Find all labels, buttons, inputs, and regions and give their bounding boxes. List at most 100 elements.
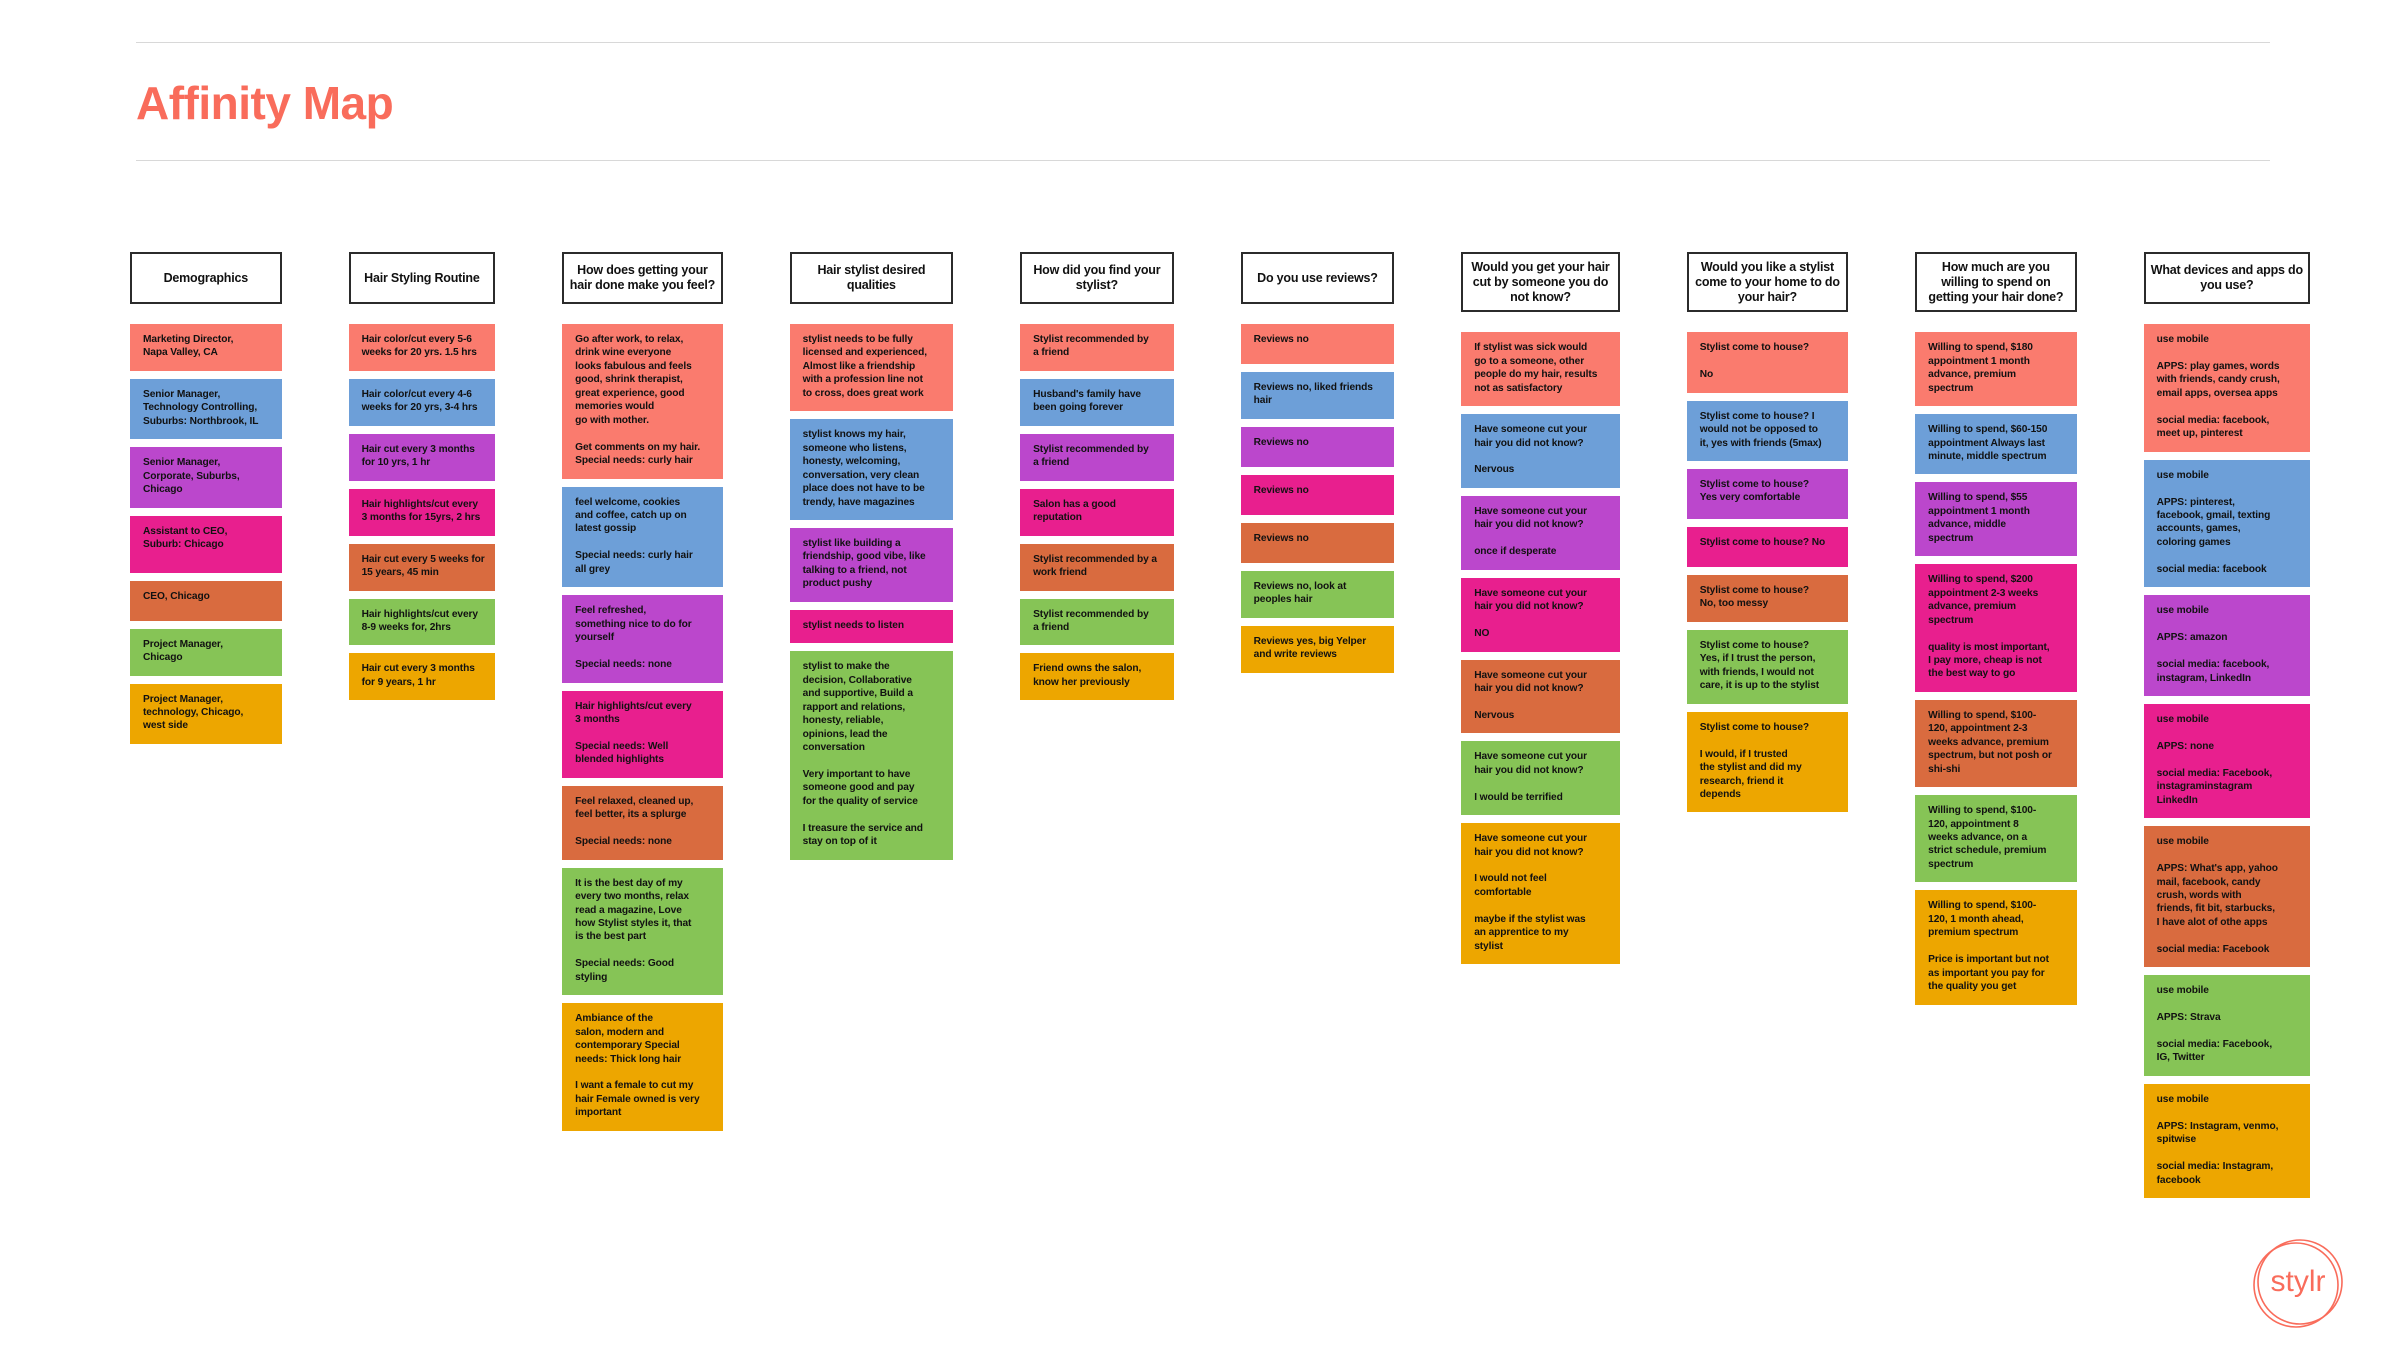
sticky-note[interactable]: Willing to spend, $55 appointment 1 mont… bbox=[1915, 482, 2077, 557]
sticky-note[interactable]: Feel refreshed, something nice to do for… bbox=[562, 595, 723, 683]
sticky-note[interactable]: Have someone cut your hair you did not k… bbox=[1461, 414, 1620, 488]
affinity-column: What devices and apps do you use? use mob… bbox=[2143, 252, 2311, 1206]
sticky-note[interactable]: stylist like building a friendship, good… bbox=[789, 527, 954, 602]
sticky-note[interactable]: Stylist come to house? I would not be op… bbox=[1686, 400, 1849, 461]
sticky-note[interactable]: Stylist recommended by a friend bbox=[1020, 433, 1174, 481]
sticky-note[interactable]: Stylist come to house? I would, if I tru… bbox=[1686, 711, 1849, 813]
sticky-note[interactable]: If stylist was sick would go to a someon… bbox=[1461, 332, 1620, 407]
sticky-note[interactable]: use mobile APPS: What's app, yahoo mail,… bbox=[2143, 826, 2311, 968]
affinity-column: Would you get your hair cut by someone y… bbox=[1461, 252, 1620, 972]
sticky-note-stack: If stylist was sick would go to a someon… bbox=[1461, 332, 1620, 972]
sticky-note-stack: use mobile APPS: play games, words with … bbox=[2143, 324, 2311, 1206]
sticky-note[interactable]: stylist needs to be fully licensed and e… bbox=[789, 324, 954, 412]
header-divider-bottom bbox=[136, 160, 2270, 161]
sticky-note-stack: Go after work, to relax, drink wine ever… bbox=[562, 324, 723, 1139]
sticky-note[interactable]: Husband's family have been going forever bbox=[1020, 378, 1174, 426]
sticky-note[interactable]: Stylist come to house? Yes, if I trust t… bbox=[1686, 629, 1849, 704]
sticky-note[interactable]: Hair highlights/cut every 3 months for 1… bbox=[348, 488, 496, 536]
sticky-note[interactable]: Willing to spend, $200 appointment 2-3 w… bbox=[1915, 564, 2077, 692]
sticky-note[interactable]: Have someone cut your hair you did not k… bbox=[1461, 823, 1620, 965]
affinity-column: Demographics Marketing Director, Napa Val… bbox=[130, 252, 282, 752]
sticky-note[interactable]: use mobile APPS: Instagram, venmo, spitw… bbox=[2143, 1083, 2311, 1199]
sticky-note[interactable]: Reviews no bbox=[1240, 522, 1395, 563]
sticky-note[interactable]: Stylist come to house? No bbox=[1686, 526, 1849, 567]
sticky-note[interactable]: Hair cut every 3 months for 9 years, 1 h… bbox=[348, 653, 496, 701]
sticky-note[interactable]: Friend owns the salon, know her previous… bbox=[1020, 653, 1174, 701]
sticky-note[interactable]: Hair cut every 3 months for 10 yrs, 1 hr bbox=[348, 433, 496, 481]
sticky-note[interactable]: use mobile APPS: pinterest, facebook, gm… bbox=[2143, 459, 2311, 588]
sticky-note[interactable]: stylist knows my hair, someone who liste… bbox=[789, 419, 954, 520]
sticky-note[interactable]: Hair color/cut every 4-6 weeks for 20 yr… bbox=[348, 378, 496, 426]
sticky-note-stack: Willing to spend, $180 appointment 1 mon… bbox=[1915, 332, 2077, 1012]
sticky-note-stack: Reviews no Reviews no, liked friends hair… bbox=[1240, 324, 1395, 681]
sticky-note[interactable]: Willing to spend, $100- 120, appointment… bbox=[1915, 699, 2077, 788]
sticky-note[interactable]: Stylist come to house? Yes very comforta… bbox=[1686, 468, 1849, 519]
sticky-note[interactable]: Hair color/cut every 5-6 weeks for 20 yr… bbox=[348, 324, 496, 371]
sticky-note[interactable]: use mobile APPS: play games, words with … bbox=[2143, 324, 2311, 452]
sticky-note[interactable]: Reviews yes, big Yelper and write review… bbox=[1240, 625, 1395, 673]
sticky-note[interactable]: Senior Manager, Technology Controlling, … bbox=[130, 378, 282, 440]
sticky-note[interactable]: It is the best day of my every two month… bbox=[562, 867, 723, 996]
sticky-note[interactable]: use mobile APPS: none social media: Face… bbox=[2143, 703, 2311, 819]
sticky-note[interactable]: Go after work, to relax, drink wine ever… bbox=[562, 324, 723, 479]
sticky-note[interactable]: Project Manager, Chicago bbox=[130, 628, 282, 676]
sticky-note[interactable]: Ambiance of the salon, modern and contem… bbox=[562, 1003, 723, 1131]
affinity-column: Would you like a stylist come to your ho… bbox=[1686, 252, 1849, 820]
sticky-note[interactable]: Hair highlights/cut every 8-9 weeks for,… bbox=[348, 598, 496, 646]
sticky-note[interactable]: Stylist come to house? No, too messy bbox=[1686, 574, 1849, 622]
affinity-column: How much are you willing to spend on get… bbox=[1915, 252, 2077, 1013]
sticky-note[interactable]: Have someone cut your hair you did not k… bbox=[1461, 741, 1620, 816]
sticky-note[interactable]: Have someone cut your hair you did not k… bbox=[1461, 495, 1620, 570]
sticky-note[interactable]: Reviews no bbox=[1240, 324, 1395, 364]
sticky-note[interactable]: use mobile APPS: amazon social media: fa… bbox=[2143, 595, 2311, 696]
sticky-note[interactable]: Reviews no bbox=[1240, 474, 1395, 515]
sticky-note[interactable]: Feel relaxed, cleaned up, feel better, i… bbox=[562, 785, 723, 860]
sticky-note[interactable]: feel welcome, cookies and coffee, catch … bbox=[562, 486, 723, 588]
affinity-column: How did you find your stylist? Stylist re… bbox=[1020, 252, 1174, 708]
affinity-column: Hair stylist desired qualities stylist ne… bbox=[789, 252, 954, 868]
sticky-note[interactable]: Have someone cut your hair you did not k… bbox=[1461, 577, 1620, 652]
sticky-note-stack: Stylist come to house? No Stylist come to… bbox=[1686, 332, 1849, 820]
sticky-note[interactable]: Reviews no, liked friends hair bbox=[1240, 372, 1395, 419]
sticky-note[interactable]: Willing to spend, $100- 120, appointment… bbox=[1915, 795, 2077, 883]
sticky-note[interactable]: CEO, Chicago bbox=[130, 580, 282, 621]
sticky-note[interactable]: Stylist recommended by a friend bbox=[1020, 324, 1174, 371]
sticky-note[interactable]: Assistant to CEO, Suburb: Chicago bbox=[130, 515, 282, 573]
sticky-note[interactable]: Stylist recommended by a friend bbox=[1020, 598, 1174, 646]
sticky-note-stack: stylist needs to be fully licensed and e… bbox=[789, 324, 954, 868]
column-header: Demographics bbox=[130, 252, 282, 304]
affinity-map-page: Affinity Map Demographics Marketing Direc… bbox=[0, 0, 2400, 1350]
stylr-logo: stylr bbox=[2247, 1232, 2349, 1334]
column-header: What devices and apps do you use? bbox=[2143, 252, 2311, 304]
affinity-column: Do you use reviews? Reviews no Reviews no,… bbox=[1240, 252, 1395, 681]
sticky-note-stack: Hair color/cut every 5-6 weeks for 20 yr… bbox=[348, 324, 496, 708]
sticky-note[interactable]: stylist to make the decision, Collaborat… bbox=[789, 651, 954, 860]
sticky-note[interactable]: Stylist come to house? No bbox=[1686, 332, 1849, 393]
sticky-note[interactable]: Senior Manager, Corporate, Suburbs, Chic… bbox=[130, 447, 282, 508]
page-title: Affinity Map bbox=[136, 77, 394, 129]
sticky-note-stack: Stylist recommended by a friend Husband's… bbox=[1020, 324, 1174, 708]
sticky-note[interactable]: Hair highlights/cut every 3 months Speci… bbox=[562, 690, 723, 778]
stylr-logo-text: stylr bbox=[2271, 1265, 2326, 1298]
column-header: Hair Styling Routine bbox=[348, 252, 496, 304]
affinity-column: How does getting your hair done make you… bbox=[562, 252, 723, 1139]
affinity-board: Demographics Marketing Director, Napa Val… bbox=[130, 252, 2311, 1206]
column-header: How does getting your hair done make you… bbox=[562, 252, 723, 304]
sticky-note[interactable]: Hair cut every 5 weeks for 15 years, 45 … bbox=[348, 543, 496, 591]
sticky-note[interactable]: use mobile APPS: Strava social media: Fa… bbox=[2143, 975, 2311, 1076]
sticky-note-stack: Marketing Director, Napa Valley, CA Senio… bbox=[130, 324, 282, 752]
column-header: Hair stylist desired qualities bbox=[789, 252, 954, 304]
sticky-note[interactable]: Willing to spend, $100- 120, 1 month ahe… bbox=[1915, 890, 2077, 1005]
column-header: Do you use reviews? bbox=[1240, 252, 1395, 304]
sticky-note[interactable]: Project Manager, technology, Chicago, we… bbox=[130, 683, 282, 744]
sticky-note[interactable]: Salon has a good reputation bbox=[1020, 488, 1174, 536]
sticky-note[interactable]: Willing to spend, $180 appointment 1 mon… bbox=[1915, 332, 2077, 407]
sticky-note[interactable]: Marketing Director, Napa Valley, CA bbox=[130, 324, 282, 371]
column-header: How much are you willing to spend on get… bbox=[1915, 252, 2077, 313]
sticky-note[interactable]: Reviews no, look at peoples hair bbox=[1240, 570, 1395, 618]
sticky-note[interactable]: Reviews no bbox=[1240, 426, 1395, 467]
sticky-note[interactable]: Willing to spend, $60-150 appointment Al… bbox=[1915, 414, 2077, 475]
sticky-note[interactable]: stylist needs to listen bbox=[789, 609, 954, 644]
sticky-note[interactable]: Have someone cut your hair you did not k… bbox=[1461, 659, 1620, 734]
sticky-note[interactable]: Stylist recommended by a work friend bbox=[1020, 543, 1174, 591]
